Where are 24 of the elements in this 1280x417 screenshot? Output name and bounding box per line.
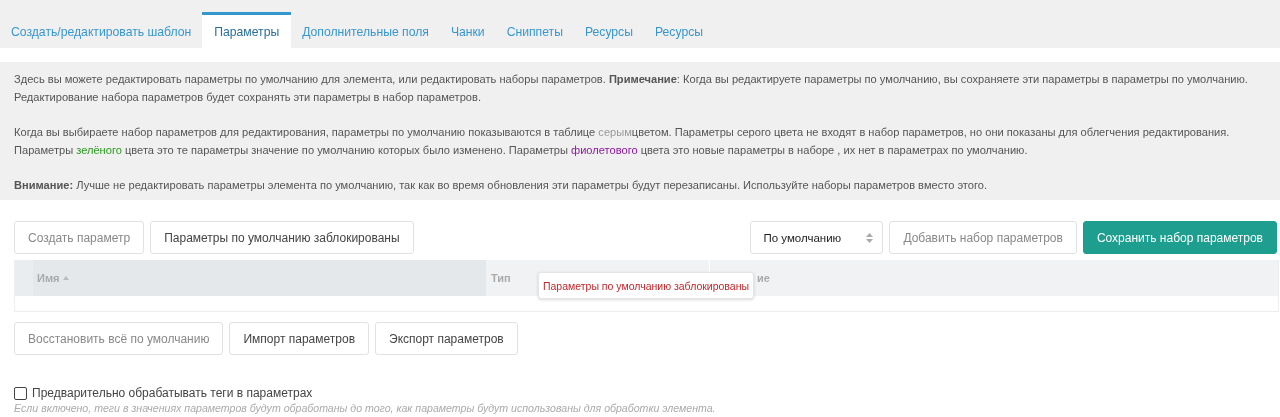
tooltip: Параметры по умолчанию заблокированы xyxy=(538,272,754,299)
column-header[interactable]: Тип xyxy=(491,272,511,284)
column-header[interactable]: ие xyxy=(757,272,770,284)
action-button[interactable]: Экспорт параметров xyxy=(375,322,518,355)
tab[interactable]: Сниппеты xyxy=(495,12,574,48)
toolbar-button[interactable]: Параметры по умолчанию заблокированы xyxy=(150,221,414,254)
info-paragraph: Здесь вы можете редактировать параметры по умолчанию для элемента, или редактировать наборы параметров. Примечание: Когда вы редактируете параметры по умолчанию, вы сохраняете эти параметры в параметры по умолчанию. Редактирование набора параметров будет сохранять эти параметры в набор параметров. xyxy=(14,72,1249,105)
option-hint: Если включено, теги в значениях параметров будут обработаны до того, как параметры будут использованы для обработки элемента. xyxy=(14,402,717,414)
parameter-set-select[interactable]: По умолчанию xyxy=(750,221,884,254)
tab[interactable]: Параметры xyxy=(202,12,292,48)
save-set-button[interactable]: Сохранить набор параметров xyxy=(1082,221,1277,254)
checkbox[interactable] xyxy=(14,386,27,400)
tab[interactable]: Ресурсы xyxy=(573,12,644,48)
info-paragraph: Когда вы выбираете набор параметров для редактирования, параметры по умолчанию показываются в таблице серымцветом. Параметры серого цвета не входят в набор параметров, но они показаны для облегчения редактирования. Параметры зелёного цвета это те параметры значение по умолчанию которых было изменено. Параметры фиолетового цвета это новые параметры в наборе , их нет в параметрах по умолчанию. xyxy=(14,125,1231,158)
tab[interactable]: Дополнительные поля xyxy=(291,12,440,48)
tab[interactable]: Создать/редактировать шаблон xyxy=(0,12,203,48)
action-button[interactable]: Импорт параметров xyxy=(229,322,369,355)
select-arrows-icon xyxy=(866,232,874,243)
checkbox-label: Предварительно обрабатывать теги в параметрах xyxy=(32,386,313,400)
tab[interactable]: Ресурсы xyxy=(644,12,715,48)
sort-icon xyxy=(63,276,70,280)
column-header[interactable]: Имя xyxy=(37,272,60,284)
tab[interactable]: Чанки xyxy=(439,12,496,48)
info-paragraph: Внимание: Лучше не редактировать параметры элемента по умолчанию, так как во время обновления эти параметры будут перезаписаны. Используйте наборы параметров вместо этого. xyxy=(14,178,989,193)
